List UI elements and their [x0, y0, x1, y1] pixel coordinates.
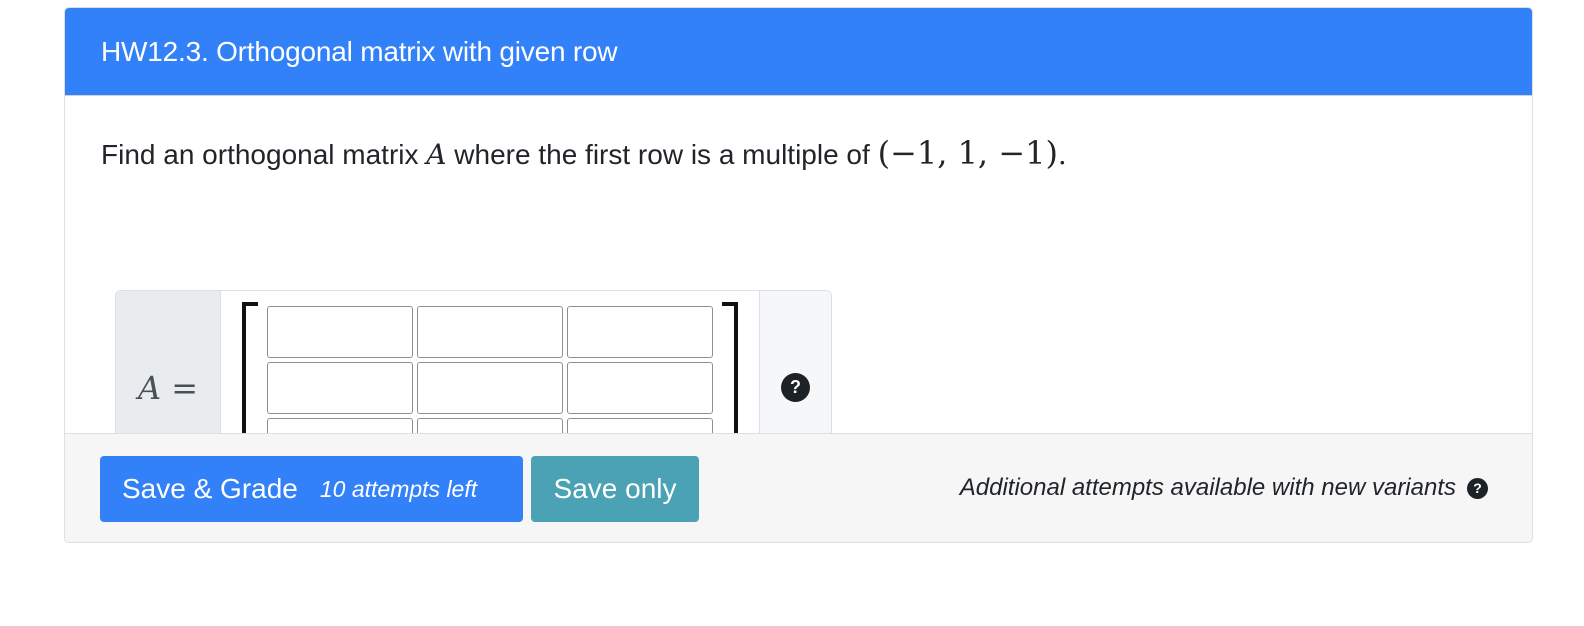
matrix-entry-r2-c2[interactable] — [417, 362, 563, 414]
prompt-text-middle: where the first row is a multiple of — [446, 139, 878, 170]
prompt-vector: (−1, 1, −1) — [877, 134, 1058, 172]
save-only-button[interactable]: Save only — [531, 456, 699, 522]
matrix-entry-r1-c2[interactable] — [417, 306, 563, 358]
matrix-entry-r1-c1[interactable] — [267, 306, 413, 358]
matrix-entry-r2-c1[interactable] — [267, 362, 413, 414]
additional-attempts-note: Additional attempts available with new v… — [960, 474, 1488, 502]
question-circle-icon[interactable]: ? — [1467, 477, 1488, 499]
prompt-period: . — [1057, 138, 1067, 171]
save-and-grade-label: Save & Grade — [122, 473, 298, 504]
attempts-left-label: 10 attempts left — [319, 475, 478, 502]
save-and-grade-button[interactable]: Save & Grade 10 attempts left — [100, 456, 523, 522]
additional-attempts-text: Additional attempts available with new v… — [959, 474, 1456, 501]
question-card: HW12.3. Orthogonal matrix with given row… — [64, 7, 1533, 543]
question-header: HW12.3. Orthogonal matrix with given row — [65, 8, 1532, 95]
question-circle-icon[interactable]: ? — [781, 373, 810, 402]
question-prompt: Find an orthogonal matrix A where the fi… — [101, 134, 1067, 172]
prompt-matrix-variable: A — [426, 138, 447, 171]
question-body: Find an orthogonal matrix A where the fi… — [65, 95, 1532, 485]
matrix-entry-r1-c3[interactable] — [567, 306, 713, 358]
prompt-text-start: Find an orthogonal matrix — [101, 139, 427, 170]
question-title: HW12.3. Orthogonal matrix with given row — [101, 35, 618, 67]
matrix-entry-r2-c3[interactable] — [567, 362, 713, 414]
question-footer: Save & Grade 10 attempts left Save only … — [65, 433, 1532, 542]
